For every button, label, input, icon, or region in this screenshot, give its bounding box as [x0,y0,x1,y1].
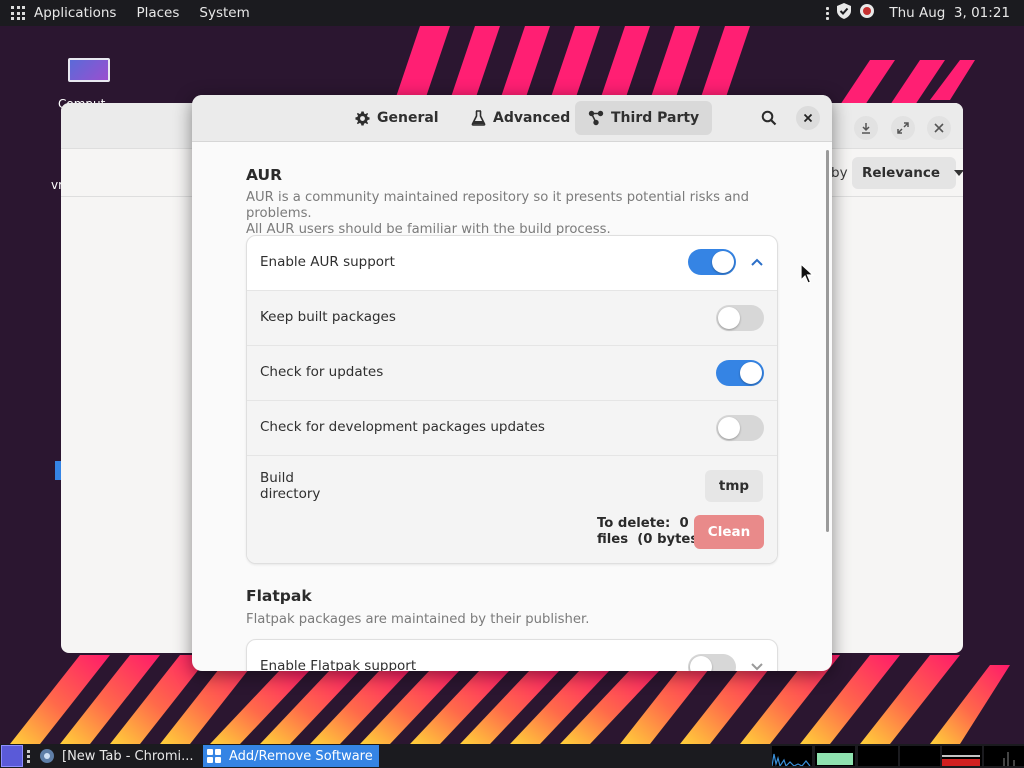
chromium-icon [39,745,55,767]
nodes-icon [588,110,604,126]
row-build-directory: Build directory tmp To delete: 0 files (… [247,456,777,563]
tab-third-party-label: Third Party [611,110,700,126]
maximize-icon[interactable] [891,116,915,140]
flatpak-settings-card: Enable Flatpak support [246,639,778,671]
row-check-updates[interactable]: Check for updates [247,346,777,401]
tab-general-label: General [377,110,439,126]
to-delete-info: To delete: 0 files (0 bytes) [597,516,705,547]
bottom-taskbar: [New Tab - Chromi... Add/Remove Software [0,744,1024,768]
sort-divider [831,196,963,197]
overflow-dots-icon[interactable] [826,6,830,20]
aur-section-title: AUR [246,166,283,184]
menu-applications[interactable]: Applications [34,5,116,21]
build-directory-button[interactable]: tmp [705,470,763,502]
sidebar-divider [61,196,193,197]
sort-dropdown-value: Relevance [862,165,941,181]
dialog-content[interactable]: AUR AUR is a community maintained reposi… [192,143,832,671]
check-dev-updates-switch[interactable] [716,415,764,441]
top-panel: Applications Places System Thu Aug 3, 01… [0,0,1024,26]
row-enable-aur[interactable]: Enable AUR support [247,236,777,291]
aur-section-description: AUR is a community maintained repository… [246,190,750,237]
row-check-dev-updates[interactable]: Check for development packages updates [247,401,777,456]
cpu-graph [771,746,812,768]
taskbar-item-software-label: Add/Remove Software [229,748,373,764]
taskbar-item-chromium[interactable]: [New Tab - Chromi... [62,745,198,767]
download-icon[interactable] [854,116,878,140]
keep-built-switch[interactable] [716,305,764,331]
network-graph [858,746,898,766]
bg-close-icon[interactable] [927,116,951,140]
clock[interactable]: Thu Aug 3, 01:21 [889,5,1010,21]
chevron-up-icon[interactable] [749,254,765,270]
row-keep-built[interactable]: Keep built packages [247,291,777,346]
enable-aur-switch[interactable] [688,249,736,275]
menu-places[interactable]: Places [136,5,179,21]
record-icon[interactable] [859,3,875,23]
enable-flatpak-label: Enable Flatpak support [260,658,417,671]
check-updates-switch[interactable] [716,360,764,386]
search-icon[interactable] [759,108,779,128]
flatpak-section-title: Flatpak [246,587,312,605]
tab-general[interactable]: General [341,101,452,135]
menu-system[interactable]: System [199,5,249,21]
load-graph [942,746,982,766]
swap-graph [900,746,940,766]
show-desktop-icon[interactable] [1,745,23,767]
enable-flatpak-switch[interactable] [688,654,736,671]
tab-advanced[interactable]: Advanced [457,101,583,135]
preferences-dialog: General Advanced Third Party AUR AUR is … [192,95,832,671]
aur-settings-card: Enable AUR support Keep built packages C… [246,235,778,564]
scrollbar[interactable] [826,150,829,532]
tab-advanced-label: Advanced [493,110,571,126]
taskbar-item-software[interactable]: Add/Remove Software [203,745,379,767]
keep-built-label: Keep built packages [260,309,396,325]
flatpak-section-description: Flatpak packages are maintained by their… [246,612,590,627]
chevron-down-icon[interactable] [749,659,765,671]
disk-graph [984,746,1024,766]
apps-icon [207,749,221,763]
dialog-header: General Advanced Third Party [192,95,832,142]
flask-icon [470,110,486,126]
check-updates-label: Check for updates [260,364,384,380]
clean-button[interactable]: Clean [694,515,764,549]
sort-by-label: by [831,165,848,181]
close-icon[interactable] [796,106,820,130]
apps-grid-icon[interactable] [11,6,25,20]
enable-aur-label: Enable AUR support [260,254,395,270]
shield-icon[interactable] [837,3,852,23]
mouse-cursor-icon [800,263,814,284]
build-directory-label: Build directory [260,470,321,502]
chevron-down-icon [954,170,963,176]
check-dev-updates-label: Check for development packages updates [260,419,545,435]
row-enable-flatpak[interactable]: Enable Flatpak support [247,640,777,671]
memory-graph [815,746,855,766]
sort-dropdown[interactable]: Relevance [852,157,963,189]
tab-third-party[interactable]: Third Party [575,101,713,135]
taskbar-handle-icon[interactable] [27,745,30,767]
computer-icon[interactable] [68,58,110,82]
gear-icon [354,110,370,126]
